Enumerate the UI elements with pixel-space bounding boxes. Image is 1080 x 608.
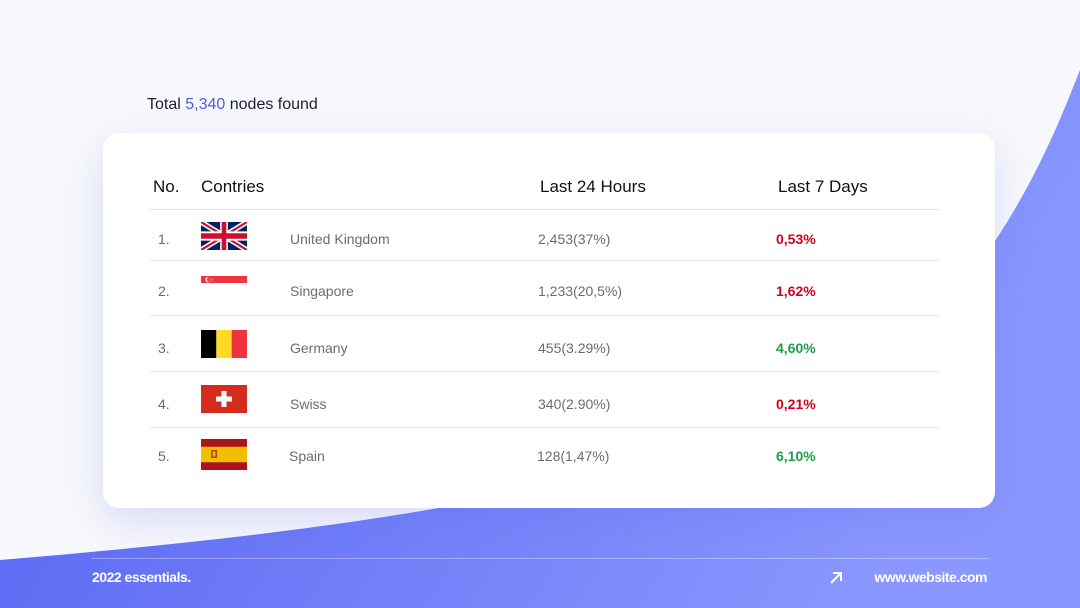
row-number: 4. bbox=[158, 396, 170, 412]
row-divider bbox=[150, 371, 939, 372]
last-7-days-value: 0,53% bbox=[776, 231, 816, 247]
row-number: 1. bbox=[158, 231, 170, 247]
singapore-flag-icon bbox=[201, 276, 247, 288]
last-24-hours-value: 128(1,47%) bbox=[537, 448, 610, 464]
total-count: 5,340 bbox=[185, 96, 226, 113]
uk-flag-icon bbox=[201, 222, 247, 250]
footer-tagline: 2022 essentials. bbox=[92, 569, 191, 585]
footer-website-link[interactable]: www.website.com bbox=[874, 569, 987, 585]
header-last-24-hours: Last 24 Hours bbox=[540, 177, 646, 196]
last-24-hours-value: 1,233(20,5%) bbox=[538, 283, 623, 299]
last-24-hours-value: 2,453(37%) bbox=[538, 231, 611, 247]
total-label: Total bbox=[147, 96, 181, 113]
last-7-days-value: 1,62% bbox=[776, 283, 816, 299]
row-number: 3. bbox=[158, 340, 170, 356]
last-7-days-value: 6,10% bbox=[776, 448, 816, 464]
last-24-hours-value: 340(2.90%) bbox=[538, 396, 611, 412]
last-7-days-value: 0,21% bbox=[776, 396, 816, 412]
belgium-flag-icon bbox=[201, 330, 247, 358]
header-country: Contries bbox=[201, 177, 265, 196]
arrow-up-right-icon[interactable] bbox=[829, 571, 843, 585]
total-suffix: nodes found bbox=[229, 96, 318, 113]
last-24-hours-value: 455(3.29%) bbox=[538, 340, 611, 356]
header-no: No. bbox=[153, 177, 180, 196]
country-name: United Kingdom bbox=[290, 231, 390, 247]
swiss-flag-icon bbox=[201, 385, 247, 413]
total-nodes-summary: Total 5,340 nodes found bbox=[147, 96, 318, 114]
country-name: Singapore bbox=[290, 283, 354, 299]
header-divider bbox=[150, 209, 939, 210]
country-name: Germany bbox=[290, 340, 348, 356]
last-7-days-value: 4,60% bbox=[776, 340, 816, 356]
row-divider bbox=[150, 427, 939, 428]
country-name: Swiss bbox=[290, 396, 327, 412]
row-number: 2. bbox=[158, 283, 170, 299]
nodes-table-card: No. Contries Last 24 Hours Last 7 Days 1… bbox=[103, 133, 995, 508]
row-number: 5. bbox=[158, 448, 170, 464]
row-divider bbox=[150, 315, 939, 316]
spain-flag-icon bbox=[201, 439, 247, 470]
header-last-7-days: Last 7 Days bbox=[778, 177, 868, 196]
row-divider bbox=[150, 260, 939, 261]
footer-divider bbox=[92, 558, 988, 559]
country-name: Spain bbox=[289, 448, 325, 464]
